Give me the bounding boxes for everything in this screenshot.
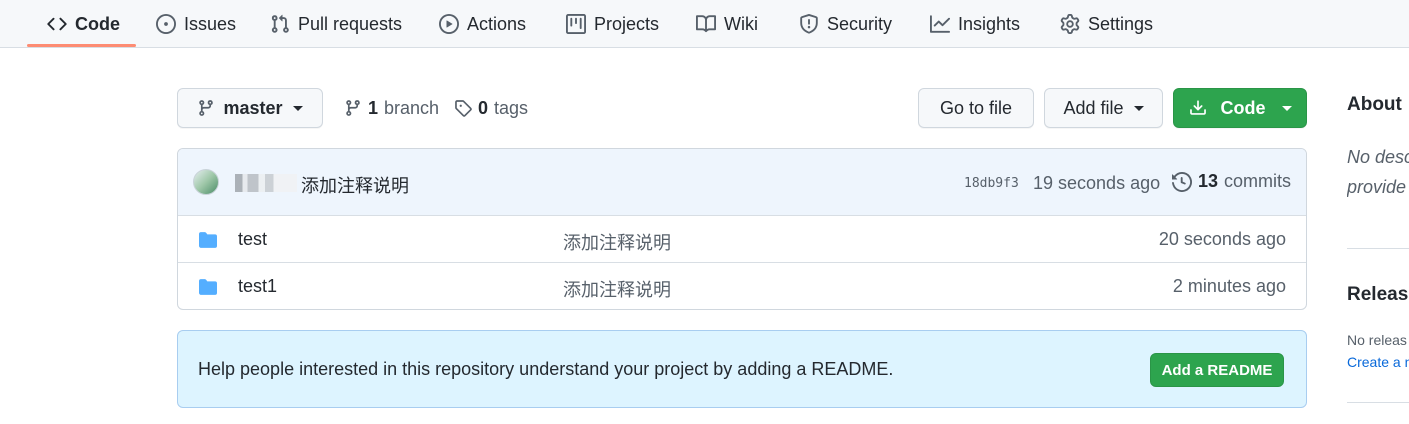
tab-label: Insights <box>958 13 1021 34</box>
go-to-file-label: Go to file <box>939 97 1013 118</box>
code-button[interactable]: Code <box>1173 88 1307 128</box>
issue-icon <box>156 14 176 34</box>
tag-icon <box>455 100 472 117</box>
branch-word: branch <box>384 97 440 118</box>
branch-name: master <box>223 97 283 118</box>
about-description-line: provide <box>1347 177 1407 197</box>
chevron-down-icon <box>1133 105 1144 111</box>
file-commit-message[interactable]: 添加注释说明 <box>563 276 671 302</box>
about-description-line: No desc <box>1347 147 1409 167</box>
history-icon <box>1172 171 1192 192</box>
repo-sidebar: About No desc provide Release No releas … <box>1347 88 1409 424</box>
tab-projects[interactable]: Projects <box>566 0 659 48</box>
tab-issues[interactable]: Issues <box>156 0 236 48</box>
code-button-label: Code <box>1220 97 1266 118</box>
divider <box>1347 248 1409 249</box>
branch-select-button[interactable]: master <box>177 88 323 128</box>
pull-request-icon <box>270 14 290 34</box>
branch-icon <box>346 100 360 116</box>
shield-icon <box>799 14 819 34</box>
file-commit-age: 20 seconds ago <box>1158 229 1286 249</box>
tag-word: tags <box>494 97 529 118</box>
book-icon <box>696 14 716 34</box>
readme-banner: Help people interested in this repositor… <box>177 330 1307 408</box>
gear-icon <box>1060 14 1080 34</box>
tab-label: Wiki <box>724 13 758 34</box>
branch-icon <box>199 100 214 116</box>
active-tab-underline <box>27 44 136 47</box>
table-row: test1 添加注释说明 2 minutes ago <box>178 262 1306 309</box>
file-list: 添加注释说明 18db9f3 19 seconds ago 13 commits… <box>177 148 1307 310</box>
branches-link[interactable]: 1 branch <box>344 96 439 120</box>
commit-age: 19 seconds ago <box>1033 173 1161 193</box>
releases-heading[interactable]: Release <box>1347 284 1409 306</box>
tab-actions[interactable]: Actions <box>439 0 526 48</box>
file-name[interactable]: test1 <box>238 276 277 297</box>
tab-label: Actions <box>467 13 527 34</box>
create-release-link[interactable]: Create a n <box>1347 354 1409 370</box>
latest-commit-message[interactable]: 添加注释说明 <box>301 172 409 198</box>
tab-wiki[interactable]: Wiki <box>696 0 758 48</box>
tab-settings[interactable]: Settings <box>1060 0 1153 48</box>
file-commit-age: 2 minutes ago <box>1172 276 1286 296</box>
tab-label: Projects <box>594 13 660 34</box>
folder-icon <box>199 279 217 295</box>
tab-label: Code <box>75 13 120 34</box>
folder-icon <box>199 232 217 248</box>
commits-history-link[interactable]: 13 commits <box>1172 171 1291 192</box>
tags-link[interactable]: 0 tags <box>454 96 528 120</box>
divider <box>1347 402 1409 403</box>
chevron-down-icon <box>1281 105 1292 111</box>
tag-count: 0 <box>478 97 489 118</box>
file-commit-message[interactable]: 添加注释说明 <box>563 229 671 255</box>
repo-nav: Code Issues Pull requests Actions Projec… <box>0 0 1409 48</box>
tab-label: Security <box>827 13 893 34</box>
go-to-file-button[interactable]: Go to file <box>918 88 1034 128</box>
tab-label: Pull requests <box>298 13 403 34</box>
tab-pull-requests[interactable]: Pull requests <box>270 0 402 48</box>
latest-commit-bar: 添加注释说明 18db9f3 19 seconds ago 13 commits <box>178 149 1306 216</box>
code-icon <box>47 14 67 34</box>
add-file-button[interactable]: Add file <box>1044 88 1163 128</box>
tab-label: Issues <box>184 13 237 34</box>
play-icon <box>439 14 459 34</box>
releases-note: No releas <box>1347 332 1407 348</box>
graph-icon <box>930 14 950 34</box>
file-name[interactable]: test <box>238 229 267 250</box>
table-row: test 添加注释说明 20 seconds ago <box>178 216 1306 263</box>
chevron-down-icon <box>292 105 303 111</box>
download-icon <box>1189 100 1206 115</box>
commit-sha[interactable]: 18db9f3 <box>964 176 1019 191</box>
tab-label: Settings <box>1088 13 1154 34</box>
about-description: No desc provide <box>1347 142 1409 202</box>
tab-code[interactable]: Code <box>47 0 120 48</box>
readme-banner-text: Help people interested in this repositor… <box>198 359 894 379</box>
add-file-label: Add file <box>1063 97 1124 118</box>
branch-count: 1 <box>368 97 379 118</box>
tab-insights[interactable]: Insights <box>930 0 1020 48</box>
commit-count-word: commits <box>1224 171 1292 191</box>
tab-security[interactable]: Security <box>799 0 892 48</box>
blurred-author-name <box>235 174 297 192</box>
project-icon <box>566 14 586 34</box>
add-readme-button[interactable]: Add a README <box>1150 353 1284 387</box>
avatar[interactable] <box>193 169 219 195</box>
about-heading: About <box>1347 94 1402 115</box>
commit-count: 13 <box>1198 171 1219 191</box>
